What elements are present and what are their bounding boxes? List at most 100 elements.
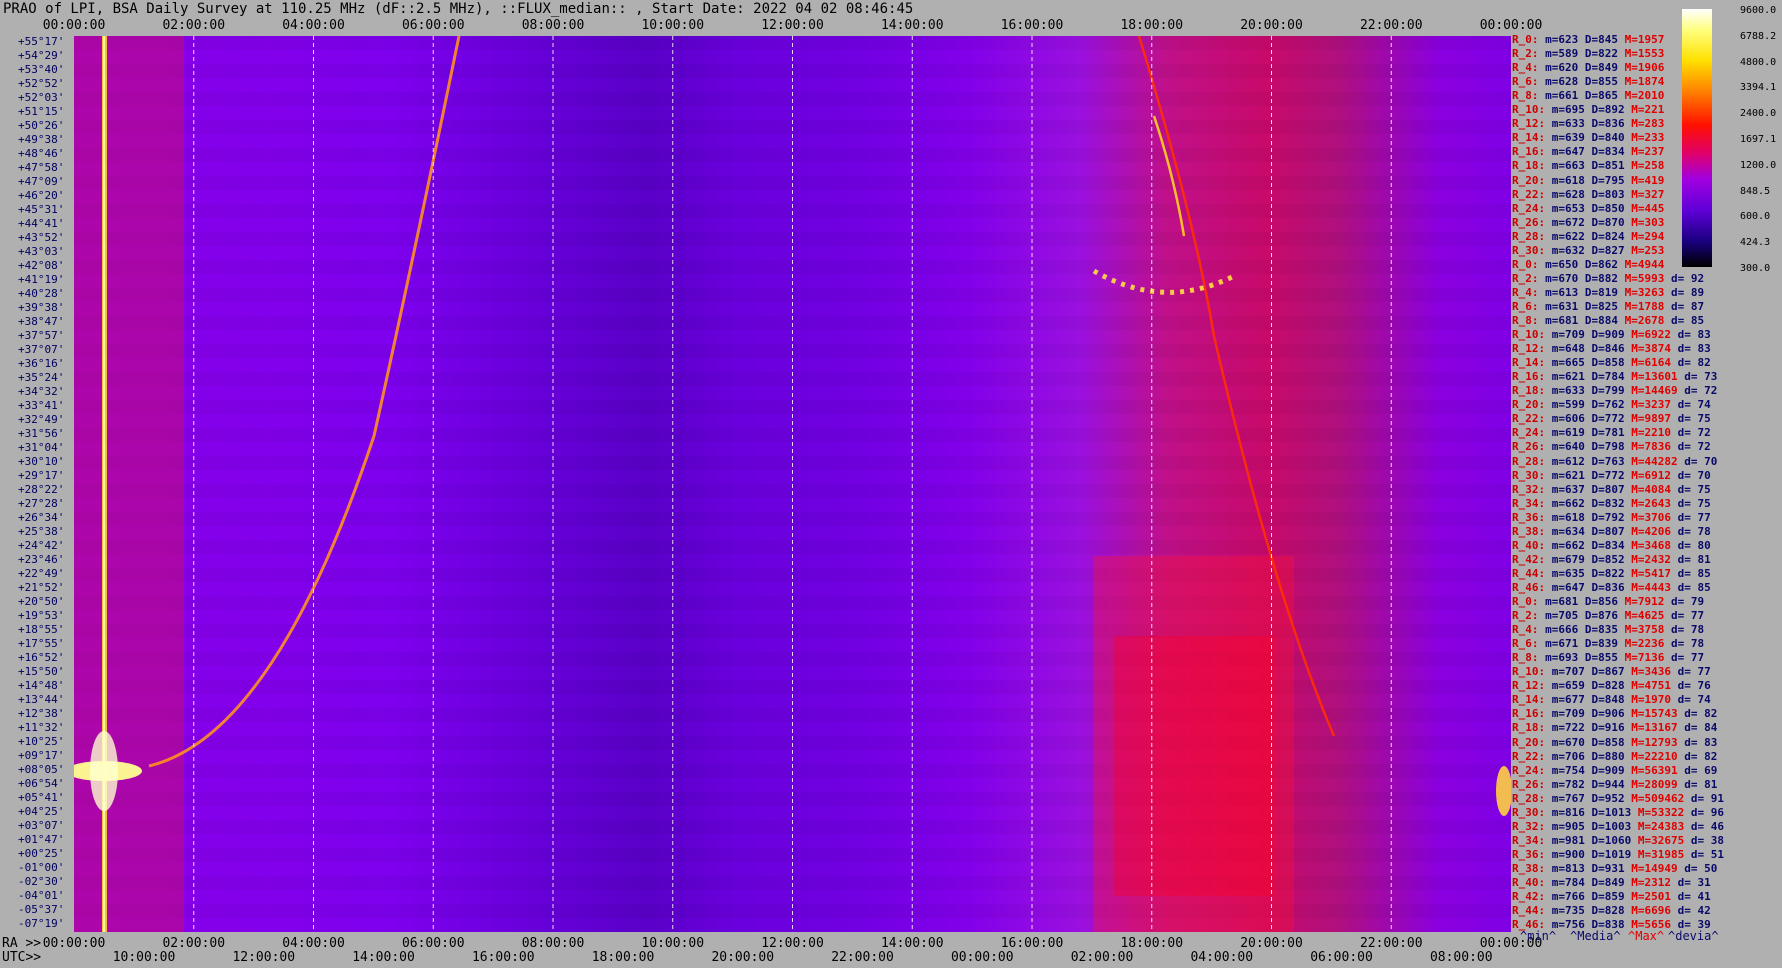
bottom-utc-tick: 16:00:00	[471, 950, 535, 965]
utc-axis-label: UTC>>	[2, 950, 42, 965]
stat-med: D=1013	[1591, 805, 1638, 819]
stat-med: D=892	[1591, 103, 1632, 117]
stat-med: D=876	[1584, 609, 1625, 623]
beam-stats-row: R_22: m=628 D=803 M=327	[1512, 189, 1664, 200]
beam-stats-row: R_34: m=981 D=1060 M=32675 d= 38	[1512, 835, 1724, 846]
top-tick-label: 00:00:00	[42, 18, 106, 33]
stat-min: m=670	[1545, 271, 1585, 285]
declination-label: +52°52'	[18, 77, 65, 90]
stat-min: m=640	[1551, 440, 1592, 454]
declination-label: +37°57'	[18, 329, 65, 342]
stat-n: R_4:	[1512, 623, 1546, 637]
stat-med: D=909	[1591, 763, 1632, 777]
stat-max: M=3468	[1631, 538, 1678, 552]
colorbar-tick: 4800.0	[1740, 56, 1777, 68]
bottom-utc-tick: 04:00:00	[1190, 950, 1254, 965]
stat-med: D=834	[1591, 145, 1632, 159]
declination-label: +31°04'	[18, 441, 65, 454]
stat-med: D=906	[1591, 707, 1632, 721]
stat-min: m=621	[1551, 468, 1592, 482]
stat-min: m=631	[1545, 299, 1585, 313]
bottom-utc-tick: 06:00:00	[1310, 950, 1373, 965]
beam-stats-row: R_2: m=705 D=876 M=4625 d= 77	[1512, 610, 1704, 621]
stat-min: m=681	[1545, 314, 1585, 327]
stat-max: M=53322	[1637, 805, 1691, 819]
stat-med: D=1003	[1591, 819, 1638, 833]
colorbar-tick: 424.3	[1740, 237, 1771, 249]
stat-med: D=880	[1591, 749, 1632, 763]
stat-max: M=509462	[1631, 791, 1691, 805]
stat-min: m=653	[1551, 201, 1592, 215]
stat-med: D=870	[1591, 215, 1632, 229]
stat-max: M=4751	[1631, 679, 1678, 693]
stat-dev: d= 73	[1684, 370, 1718, 384]
stat-min: m=670	[1551, 735, 1592, 749]
chart-title: PRAO of LPI, BSA Daily Survey at 110.25 …	[3, 1, 914, 17]
beam-stats-row: R_14: m=665 D=858 M=6164 d= 82	[1512, 357, 1711, 368]
stat-min: m=679	[1551, 552, 1592, 566]
bottom-ra-tick: 06:00:00	[401, 936, 465, 951]
declination-label: +54°29'	[18, 49, 65, 62]
stat-min: m=606	[1551, 412, 1592, 426]
stat-max: M=237	[1631, 145, 1665, 159]
stat-med: D=884	[1584, 314, 1625, 327]
declination-label: +45°31'	[18, 203, 65, 216]
colorbar-tick: 600.0	[1740, 211, 1771, 223]
stat-min: m=782	[1551, 777, 1592, 791]
declination-label: +28°22'	[18, 483, 65, 496]
beam-stats-row: R_18: m=722 D=916 M=13167 d= 84	[1512, 722, 1717, 733]
stat-n: R_14:	[1512, 131, 1552, 145]
top-tick-label: 10:00:00	[641, 18, 705, 33]
beam-stats-row: R_12: m=659 D=828 M=4751 d= 76	[1512, 680, 1711, 691]
stat-max: M=14949	[1631, 861, 1685, 875]
declination-label: +27°28'	[18, 497, 65, 510]
stat-max: M=2643	[1631, 496, 1678, 510]
stat-dev: d= 85	[1677, 566, 1711, 580]
stat-dev: d= 69	[1684, 763, 1718, 777]
beam-stats-row: R_16: m=647 D=834 M=237	[1512, 146, 1664, 157]
stat-n: R_34:	[1512, 833, 1552, 847]
stat-n: R_14:	[1512, 693, 1552, 707]
declination-label: -05°37'	[18, 903, 65, 916]
stat-dev: d= 72	[1684, 384, 1718, 398]
declination-label: +25°38'	[18, 525, 65, 538]
stat-min: m=662	[1551, 496, 1592, 510]
beam-stats-row: R_30: m=621 D=772 M=6912 d= 70	[1512, 470, 1711, 481]
stat-n: R_0:	[1512, 257, 1546, 271]
bottom-ra-tick: 08:00:00	[521, 936, 585, 951]
beam-stats-row: R_0: m=681 D=856 M=7912 d= 79	[1512, 596, 1704, 607]
stat-dev: d= 83	[1677, 342, 1711, 356]
stat-dev: d= 82	[1684, 749, 1718, 763]
stat-min: m=981	[1551, 833, 1592, 847]
stat-med: D=1019	[1591, 847, 1638, 861]
beam-stats-row: R_26: m=640 D=798 M=7836 d= 72	[1512, 441, 1711, 452]
legend-min: ^min^	[1520, 929, 1557, 943]
bottom-ra-tick: 04:00:00	[282, 936, 345, 951]
top-tick-label: 14:00:00	[880, 18, 944, 33]
stat-n: R_6:	[1512, 637, 1546, 651]
colorbar-tick: 9600.0	[1740, 5, 1777, 16]
beam-stats-row: R_30: m=816 D=1013 M=53322 d= 96	[1512, 807, 1724, 818]
stat-min: m=767	[1551, 791, 1592, 805]
stat-min: m=612	[1551, 454, 1592, 468]
stat-dev: d= 81	[1684, 777, 1718, 791]
stat-n: R_42:	[1512, 552, 1552, 566]
stat-n: R_4:	[1512, 61, 1546, 75]
stat-n: R_22:	[1512, 412, 1552, 426]
stat-dev: d= 87	[1670, 299, 1705, 313]
stat-min: m=647	[1551, 580, 1592, 594]
stat-max: M=303	[1631, 215, 1665, 229]
declination-label: +04°25'	[18, 805, 65, 818]
beam-stats-row: R_0: m=650 D=862 M=4944	[1512, 259, 1664, 270]
top-tick-label: 22:00:00	[1359, 18, 1423, 33]
stat-min: m=633	[1551, 384, 1592, 398]
legend-median: ^Media^	[1570, 929, 1621, 943]
stat-dev: d= 85	[1670, 314, 1705, 327]
stat-min: m=650	[1545, 257, 1585, 271]
stat-dev: d= 75	[1677, 412, 1711, 426]
stat-med: D=819	[1584, 285, 1625, 299]
stat-dev: d= 75	[1677, 496, 1711, 510]
stat-med: D=865	[1584, 89, 1625, 103]
top-tick-label: 08:00:00	[521, 18, 585, 33]
stat-med: D=824	[1591, 229, 1632, 243]
